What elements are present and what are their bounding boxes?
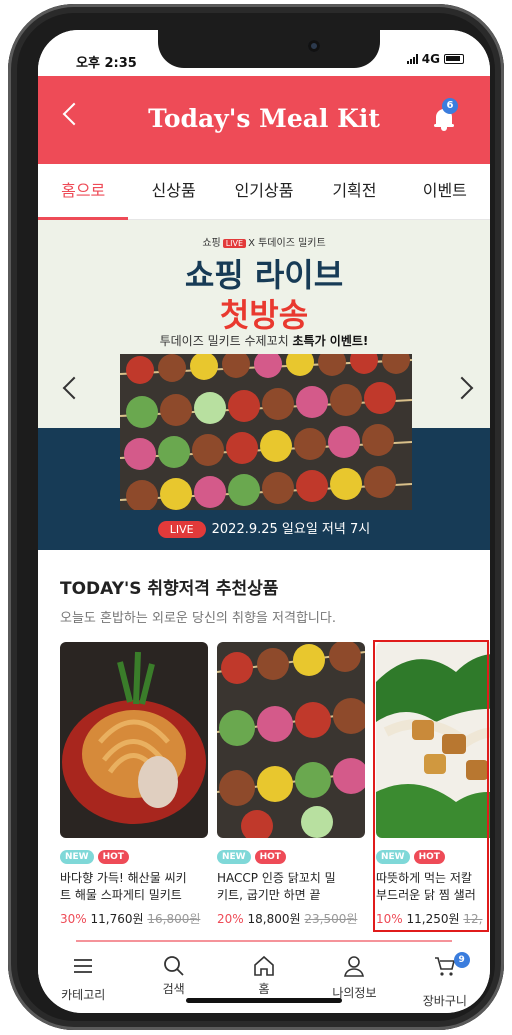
tab-home[interactable]: 홈으로	[38, 164, 129, 220]
banner-headline-accent: 첫방송	[219, 296, 309, 334]
banner-live-badge: LIVE	[222, 239, 247, 248]
banner-prev-arrow-icon[interactable]	[62, 376, 86, 400]
home-icon	[254, 955, 274, 976]
app-title: Today's Meal Kit	[148, 104, 380, 133]
tab-popular[interactable]: 인기상품	[219, 164, 309, 219]
banner-next-arrow-icon[interactable]	[450, 376, 474, 400]
notification-bell-icon[interactable]: 6	[434, 98, 458, 132]
signal-icon	[406, 54, 418, 64]
skewers-photo	[120, 354, 412, 510]
network-type: 4G	[421, 52, 440, 66]
nav-item-category[interactable]: 카테고리	[38, 944, 128, 1013]
chicken-skewer-photo	[216, 642, 369, 842]
menu-icon	[74, 959, 93, 973]
promo-banner[interactable]: 쇼핑 LIVE X 투데이즈 밀키트 쇼핑 라이브 첫방송 투데이즈 밀키트 수제꼬…	[38, 220, 490, 550]
hot-tag: HOT	[413, 850, 445, 864]
new-tag: NEW	[217, 850, 251, 864]
product-name: HACCP 인증 닭꼬치 밀 키트, 굽기만 하면 끝	[217, 871, 336, 902]
product-price: 10% 11,250원 12,	[376, 910, 490, 927]
product-price: 20% 18,800원 23,500원	[217, 910, 365, 927]
live-pill: LIVE	[157, 521, 206, 538]
product-card[interactable]: NEW HOT HACCP 인증 닭꼬치 밀 키트, 굽기만 하면 끝 20% …	[216, 642, 369, 927]
product-carousel[interactable]: NEW HOT 바다향 가득! 해산물 씨키 트 해물 스파게티 밀키트 30%…	[60, 642, 490, 932]
sale-price: 11,250원	[406, 912, 460, 926]
banner-event-text: 투데이즈 밀키트 수제꼬치 초특가 이벤트!	[159, 334, 369, 348]
app-header: Today's Meal Kit 6	[38, 76, 490, 164]
discount-rate: 10%	[376, 912, 403, 926]
product-tags: NEW HOT	[60, 850, 208, 864]
chicken-salad-photo	[376, 642, 490, 838]
sale-price: 18,800원	[247, 912, 301, 926]
status-network: 4G	[406, 52, 464, 66]
tab-promotions[interactable]: 기획전	[309, 164, 399, 219]
search-icon	[163, 956, 184, 976]
product-tags: NEW HOT	[217, 850, 365, 864]
banner-collab-line: 쇼핑 LIVE X 투데이즈 밀키트	[202, 238, 326, 249]
user-icon	[344, 956, 365, 977]
seafood-pasta-photo	[60, 642, 208, 838]
notification-badge: 6	[442, 98, 458, 114]
device-notch	[158, 30, 380, 68]
original-price: 12,	[463, 912, 483, 926]
cart-count-badge: 9	[453, 952, 470, 968]
product-tags: NEW HOT	[376, 850, 490, 864]
tab-events[interactable]: 이벤트	[400, 164, 490, 219]
hot-tag: HOT	[254, 850, 286, 864]
camera-icon	[308, 40, 320, 52]
hot-tag: HOT	[97, 850, 129, 864]
app-screen: 오후 2:35 4G Today's Meal Kit 6 홈으로 신상품 인기…	[38, 30, 490, 1013]
tab-new-products[interactable]: 신상품	[128, 164, 218, 219]
discount-rate: 30%	[60, 912, 87, 926]
product-card[interactable]: NEW HOT 따뜻하게 먹는 저칼 부드러운 닭 찜 샐러 10% 11,25…	[376, 642, 490, 927]
product-card[interactable]: NEW HOT 바다향 가득! 해산물 씨키 트 해물 스파게티 밀키트 30%…	[60, 642, 208, 927]
phone-frame: 오후 2:35 4G Today's Meal Kit 6 홈으로 신상품 인기…	[8, 4, 504, 1030]
recommend-section-header: TODAY'S 취향저격 추천상품 오늘도 혼밥하는 외로운 당신의 취향을 저…	[60, 574, 480, 626]
new-tag: NEW	[376, 850, 410, 864]
original-price: 16,800원	[147, 912, 201, 926]
product-name: 따뜻하게 먹는 저칼 부드러운 닭 찜 샐러	[376, 871, 476, 902]
discount-rate: 20%	[217, 912, 244, 926]
new-tag: NEW	[60, 850, 94, 864]
status-time: 오후 2:35	[76, 56, 137, 71]
nav-divider	[76, 940, 452, 942]
original-price: 23,500원	[304, 912, 358, 926]
banner-live-schedule: LIVE 2022.9.25 일요일 저녁 7시	[38, 518, 490, 538]
section-title: TODAY'S 취향저격 추천상품	[60, 579, 279, 599]
battery-icon	[444, 54, 464, 64]
section-subtitle: 오늘도 혼밥하는 외로운 당신의 취향을 저격합니다.	[60, 611, 336, 626]
product-name: 바다향 가득! 해산물 씨키 트 해물 스파게티 밀키트	[60, 871, 187, 902]
category-tabs: 홈으로 신상품 인기상품 기획전 이벤트	[38, 164, 490, 220]
product-price: 30% 11,760원 16,800원	[60, 910, 208, 927]
nav-item-cart[interactable]: 9 장바구니	[400, 944, 490, 1013]
home-indicator	[186, 998, 342, 1003]
sale-price: 11,760원	[90, 912, 144, 926]
